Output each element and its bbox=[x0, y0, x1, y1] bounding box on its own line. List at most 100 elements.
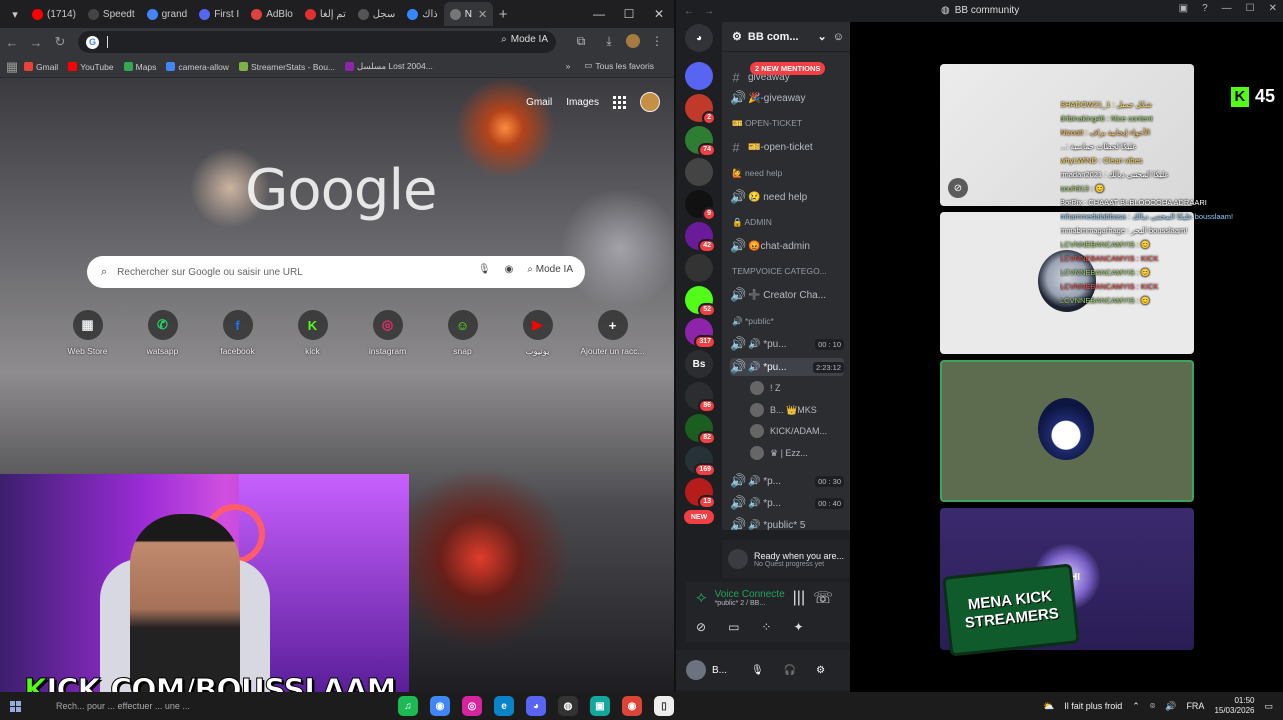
volume-icon[interactable]: 🔊 bbox=[1165, 701, 1176, 712]
server-icon[interactable] bbox=[685, 158, 713, 186]
activities-icon[interactable]: ⁘ bbox=[761, 620, 771, 634]
bookmark-item[interactable]: YouTube bbox=[68, 62, 114, 72]
voice-user[interactable]: ♛ | Ezz... bbox=[750, 444, 808, 462]
tab-search-icon[interactable]: ▾ bbox=[4, 3, 26, 25]
shortcut-tile[interactable]: f facebook bbox=[200, 310, 275, 357]
voice-user[interactable]: B... 👑MKS bbox=[750, 401, 817, 419]
microphone-icon[interactable]: 🎙 bbox=[478, 264, 491, 275]
back-icon[interactable]: ← bbox=[0, 30, 24, 54]
minimize-icon[interactable]: — bbox=[584, 0, 614, 28]
channel-category[interactable]: 🙋 need help bbox=[732, 168, 782, 179]
network-icon[interactable]: ⌾ bbox=[1150, 701, 1155, 712]
account-avatar[interactable] bbox=[640, 92, 660, 112]
server-icon[interactable]: 2 bbox=[685, 94, 716, 125]
obs-icon[interactable]: ◍ bbox=[558, 696, 578, 716]
maximize-icon[interactable]: ☐ bbox=[1246, 3, 1255, 14]
server-icon[interactable]: 42 bbox=[685, 222, 716, 253]
tab-close-icon[interactable]: ✕ bbox=[478, 8, 487, 21]
file-icon[interactable]: ▯ bbox=[654, 696, 674, 716]
notification-icon[interactable]: ▭ bbox=[1264, 701, 1273, 712]
server-header[interactable]: ⚙ BB com... ⌄ ☺ bbox=[722, 22, 850, 52]
address-bar[interactable]: G ⌕ Mode IA bbox=[78, 31, 556, 53]
browser-tab[interactable]: N ✕ bbox=[443, 2, 494, 26]
ntp-search-box[interactable]: ⌕ Rechercher sur Google ou saisir une UR… bbox=[87, 256, 585, 288]
download-icon[interactable]: ⤓ bbox=[598, 30, 620, 52]
shortcut-tile[interactable]: Kkick bbox=[275, 310, 350, 357]
google-apps-icon[interactable] bbox=[613, 95, 626, 109]
extensions-icon[interactable]: ⧉ bbox=[570, 30, 592, 52]
browser-tab[interactable]: grand bbox=[141, 2, 194, 26]
instagram-icon[interactable]: ◎ bbox=[462, 696, 482, 716]
apps-grid-icon[interactable]: ▦ bbox=[0, 55, 24, 79]
browser-tab[interactable]: سجل bbox=[352, 2, 401, 26]
browser-tab[interactable]: Speedt bbox=[82, 2, 141, 26]
chrome-icon[interactable]: ◉ bbox=[430, 696, 450, 716]
browser-tab[interactable]: تم إلغا bbox=[299, 2, 352, 26]
server-icon[interactable]: 82 bbox=[685, 414, 716, 445]
close-icon[interactable]: ✕ bbox=[1269, 3, 1277, 14]
quest-card[interactable]: Ready when you are... No Quest progress … bbox=[722, 540, 850, 578]
help-icon[interactable]: ? bbox=[1202, 3, 1208, 14]
browser-tab[interactable]: (1714) bbox=[26, 2, 82, 26]
server-icon[interactable]: Bs bbox=[685, 350, 713, 378]
browser-tab[interactable]: First I bbox=[193, 2, 245, 26]
new-mentions-pill[interactable]: 2 NEW MENTIONS bbox=[750, 62, 826, 75]
server-icon[interactable] bbox=[685, 62, 713, 90]
disconnect-icon[interactable]: ☏ bbox=[813, 588, 833, 608]
new-servers-pill[interactable]: NEW bbox=[684, 510, 714, 524]
bookmark-item[interactable]: Gmail bbox=[24, 62, 58, 72]
language-indicator[interactable]: FRA bbox=[1186, 701, 1204, 711]
voice-channel[interactable]: 🔊 😢 need help bbox=[730, 188, 844, 206]
bookmark-item[interactable]: مسلسل Lost 2004... bbox=[345, 61, 433, 72]
shortcut-tile[interactable]: + Ajouter un racc... bbox=[575, 310, 650, 357]
server-icon[interactable]: 86 bbox=[685, 382, 716, 413]
user-avatar[interactable] bbox=[686, 660, 706, 680]
lens-icon[interactable]: ◉ bbox=[505, 264, 514, 275]
spotify-icon[interactable]: ♫ bbox=[398, 696, 418, 716]
voice-channel[interactable]: 🔊 🎉-giveaway bbox=[730, 89, 844, 107]
server-icon[interactable]: 9 bbox=[685, 190, 716, 221]
bookmarks-more-button[interactable]: » bbox=[566, 61, 571, 71]
start-button[interactable] bbox=[0, 692, 30, 720]
voice-channel[interactable]: 🔊 🔊 *public* 5 bbox=[730, 516, 844, 530]
inbox-icon[interactable]: ▣ bbox=[1179, 3, 1188, 14]
images-link[interactable]: Images bbox=[566, 97, 599, 108]
channel-category[interactable]: 🎫 OPEN-TICKET bbox=[732, 118, 802, 129]
server-icon[interactable]: 13 bbox=[685, 478, 716, 509]
menu-kebab-icon[interactable]: ⋮ bbox=[646, 30, 668, 52]
add-member-icon[interactable]: ☺ bbox=[833, 31, 844, 43]
discord-home-button[interactable]: ◕ bbox=[685, 24, 713, 52]
shortcut-tile[interactable]: ☺ snap bbox=[425, 310, 500, 357]
forward-arrow-icon[interactable]: → bbox=[704, 6, 714, 17]
gmail-link[interactable]: Gmail bbox=[526, 97, 552, 108]
voice-user[interactable]: KICK/ADAM... bbox=[750, 422, 827, 440]
bookmark-item[interactable]: Maps bbox=[123, 62, 156, 72]
chrome-icon[interactable]: ◉ bbox=[622, 696, 642, 716]
server-icon[interactable]: 74 bbox=[685, 126, 716, 157]
clock[interactable]: 01:50 15/03/2026 bbox=[1214, 696, 1254, 716]
channel-category[interactable]: 🔊 *public* bbox=[732, 316, 774, 327]
back-arrow-icon[interactable]: ← bbox=[684, 6, 694, 17]
server-icon[interactable]: 169 bbox=[685, 446, 716, 477]
server-icon[interactable]: 52 bbox=[685, 286, 716, 317]
voice-channel[interactable]: 🔊 🔊 *p... 00 : 30 bbox=[730, 472, 844, 490]
browser-tab[interactable]: ذاك bbox=[401, 2, 443, 26]
server-icon[interactable]: 317 bbox=[685, 318, 716, 349]
shortcut-tile[interactable]: ▦ Web Store bbox=[50, 310, 125, 357]
edge-icon[interactable]: e bbox=[494, 696, 514, 716]
video-tile-speaking[interactable] bbox=[940, 360, 1194, 502]
voice-channel[interactable]: 🔊 🔊 *p... 00 : 40 bbox=[730, 494, 844, 512]
browser-tab[interactable]: AdBlo bbox=[245, 2, 299, 26]
maximize-icon[interactable]: ☐ bbox=[614, 0, 644, 28]
server-icon[interactable] bbox=[685, 254, 713, 282]
new-tab-button[interactable]: + bbox=[493, 6, 513, 23]
shortcut-tile[interactable]: ✆ watsapp bbox=[125, 310, 200, 357]
soundboard-icon[interactable]: ✦ bbox=[793, 620, 803, 634]
all-bookmarks-folder[interactable]: ▭ Tous les favoris bbox=[584, 60, 654, 71]
voice-channel[interactable]: 🔊 🔊 *pu... 2:23:12 bbox=[730, 358, 844, 376]
microphone-icon[interactable]: 🎙 bbox=[751, 665, 764, 676]
tray-overflow-icon[interactable]: ⌃ bbox=[1132, 701, 1140, 712]
discord-icon[interactable]: ◕ bbox=[526, 696, 546, 716]
camera-off-icon[interactable]: ⊘ bbox=[696, 620, 706, 634]
channel-category[interactable]: TEMPVOICE CATEGO... bbox=[732, 266, 827, 276]
